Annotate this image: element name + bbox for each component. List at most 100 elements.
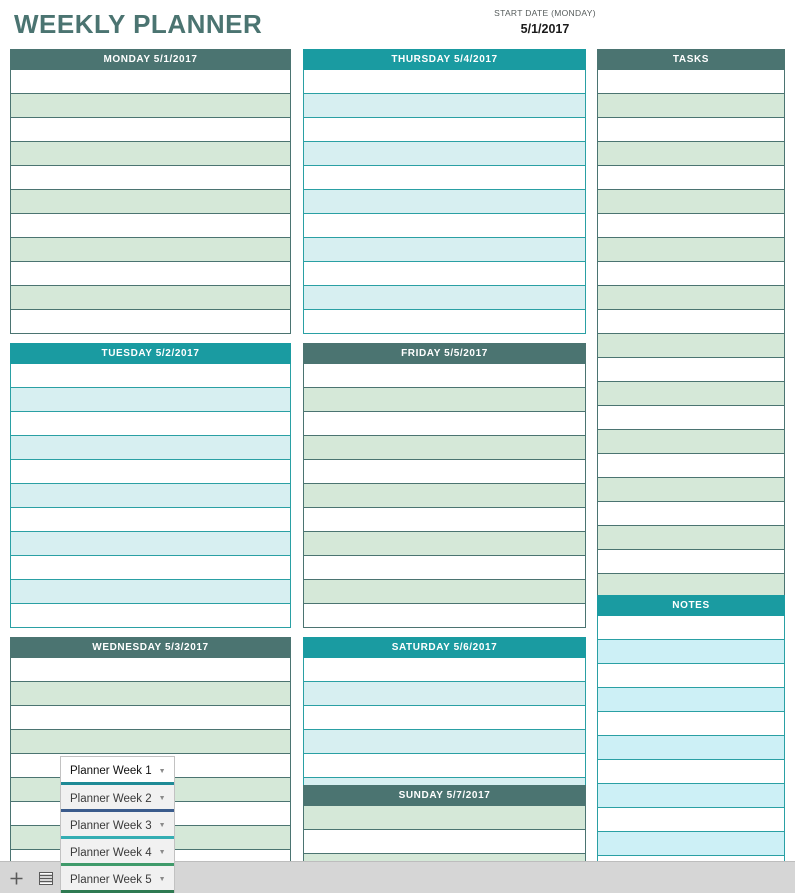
planner-row[interactable] [597,784,785,808]
planner-row[interactable] [10,364,291,388]
planner-row[interactable] [597,550,785,574]
planner-row[interactable] [303,556,586,580]
planner-row[interactable] [10,412,291,436]
planner-row[interactable] [10,310,291,334]
planner-row[interactable] [303,460,586,484]
planner-row[interactable] [10,190,291,214]
planner-row[interactable] [303,730,586,754]
planner-row[interactable] [597,286,785,310]
planner-row[interactable] [597,238,785,262]
planner-row[interactable] [10,238,291,262]
planner-row[interactable] [10,508,291,532]
planner-row[interactable] [597,310,785,334]
planner-row[interactable] [597,640,785,664]
planner-row[interactable] [597,688,785,712]
planner-row[interactable] [10,70,291,94]
planner-row[interactable] [10,460,291,484]
planner-row[interactable] [10,94,291,118]
planner-row[interactable] [597,430,785,454]
planner-row[interactable] [10,262,291,286]
planner-row[interactable] [597,118,785,142]
planner-row[interactable] [303,166,586,190]
chevron-down-icon[interactable]: ▼ [159,849,166,856]
planner-row[interactable] [303,364,586,388]
chevron-down-icon[interactable]: ▼ [159,822,166,829]
planner-row[interactable] [10,286,291,310]
planner-row[interactable] [597,214,785,238]
planner-row[interactable] [303,682,586,706]
planner-row[interactable] [303,214,586,238]
planner-row[interactable] [303,806,586,830]
planner-row[interactable] [597,406,785,430]
planner-row[interactable] [10,556,291,580]
planner-row[interactable] [10,532,291,556]
planner-row[interactable] [10,580,291,604]
planner-row[interactable] [303,658,586,682]
planner-row[interactable] [597,382,785,406]
planner-row[interactable] [10,706,291,730]
planner-row[interactable] [303,830,586,854]
planner-row[interactable] [303,94,586,118]
planner-row[interactable] [597,832,785,856]
chevron-down-icon[interactable]: ▼ [159,795,166,802]
planner-row[interactable] [10,388,291,412]
planner-row[interactable] [597,478,785,502]
planner-row[interactable] [597,142,785,166]
planner-row[interactable] [303,508,586,532]
planner-row[interactable] [303,286,586,310]
planner-row[interactable] [10,484,291,508]
planner-row[interactable] [597,712,785,736]
start-date-value[interactable]: 5/1/2017 [455,22,635,36]
planner-row[interactable] [10,604,291,628]
planner-row[interactable] [303,604,586,628]
planner-row[interactable] [10,118,291,142]
planner-row[interactable] [597,94,785,118]
sheet-tab-1[interactable]: Planner Week 1 ▼ [60,756,175,785]
all-sheets-icon[interactable] [37,870,54,887]
planner-row[interactable] [303,310,586,334]
planner-row[interactable] [597,166,785,190]
planner-row[interactable] [597,334,785,358]
planner-row[interactable] [597,808,785,832]
planner-row[interactable] [597,70,785,94]
chevron-down-icon[interactable]: ▼ [159,876,166,883]
planner-row[interactable] [597,262,785,286]
planner-row[interactable] [597,454,785,478]
add-sheet-icon[interactable] [8,870,25,887]
sheet-tab-2[interactable]: Planner Week 2 ▼ [60,785,175,812]
planner-row[interactable] [10,166,291,190]
planner-row[interactable] [597,664,785,688]
planner-row[interactable] [303,70,586,94]
planner-row[interactable] [303,262,586,286]
planner-row[interactable] [303,190,586,214]
planner-row[interactable] [303,436,586,460]
sheet-tab-3[interactable]: Planner Week 3 ▼ [60,812,175,839]
planner-row[interactable] [10,214,291,238]
planner-row[interactable] [597,526,785,550]
block-header-friday: FRIDAY 5/5/2017 [303,343,586,364]
planner-row[interactable] [303,412,586,436]
planner-row[interactable] [10,682,291,706]
planner-row[interactable] [597,760,785,784]
chevron-down-icon[interactable]: ▼ [159,768,166,775]
planner-row[interactable] [303,706,586,730]
planner-row[interactable] [303,142,586,166]
planner-row[interactable] [597,190,785,214]
sheet-tab-5[interactable]: Planner Week 5 ▼ [60,866,175,893]
planner-row[interactable] [597,358,785,382]
planner-row[interactable] [10,436,291,460]
planner-row[interactable] [303,118,586,142]
planner-row[interactable] [597,736,785,760]
planner-row[interactable] [10,142,291,166]
planner-row[interactable] [303,238,586,262]
planner-row[interactable] [10,730,291,754]
planner-row[interactable] [597,502,785,526]
planner-row[interactable] [10,658,291,682]
planner-row[interactable] [303,580,586,604]
planner-row[interactable] [303,754,586,778]
planner-row[interactable] [303,388,586,412]
planner-row[interactable] [303,532,586,556]
planner-row[interactable] [303,484,586,508]
sheet-tab-4[interactable]: Planner Week 4 ▼ [60,839,175,866]
planner-row[interactable] [597,616,785,640]
